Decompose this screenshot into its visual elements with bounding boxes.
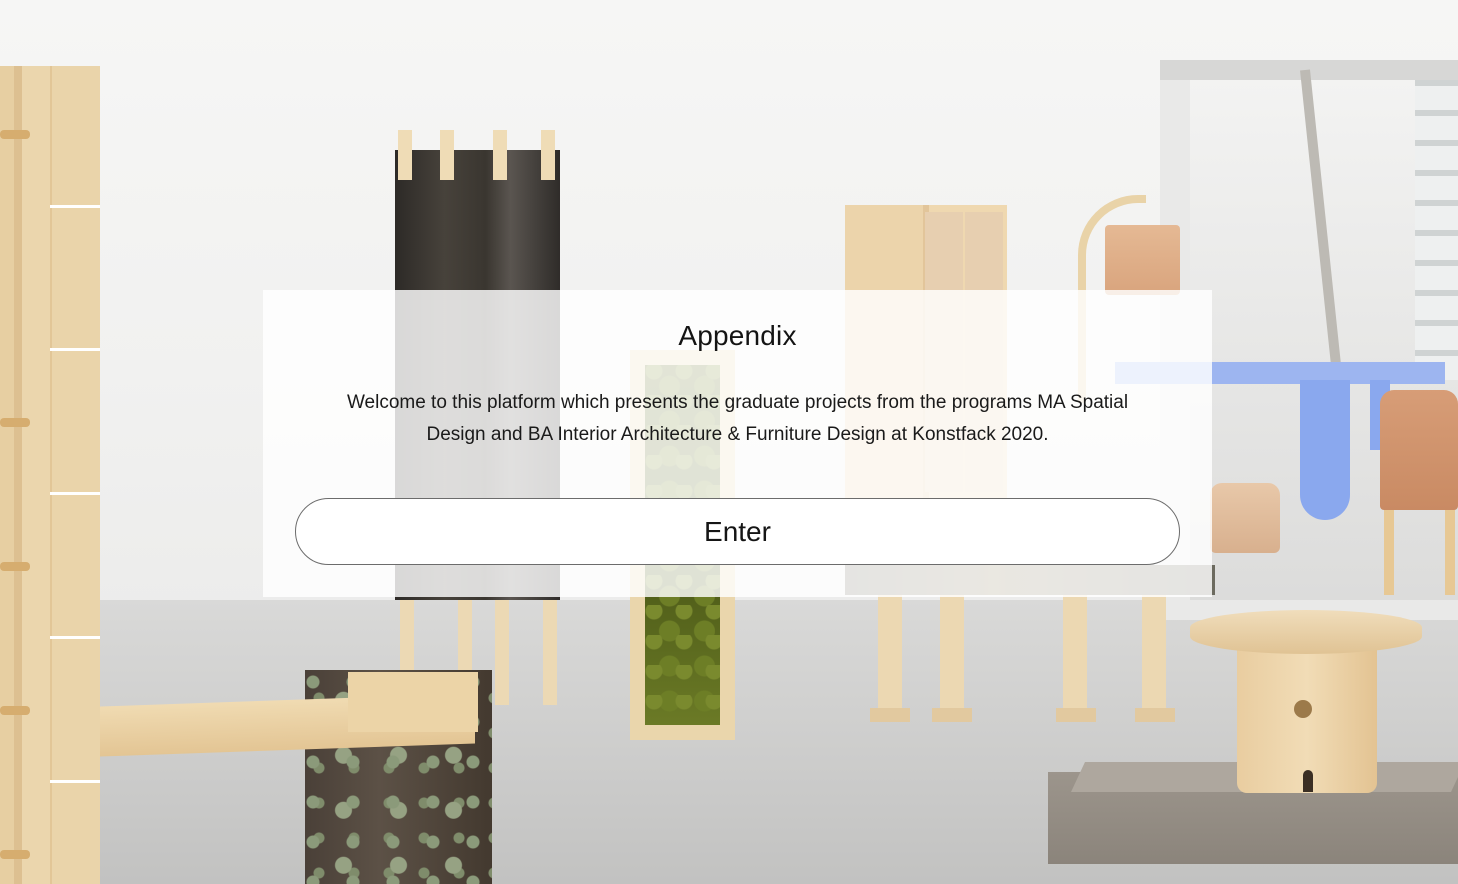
- round-stool-top: [1190, 610, 1422, 654]
- ladder-gap: [50, 636, 100, 639]
- tower-tab: [398, 130, 412, 180]
- ladder-peg: [0, 130, 30, 139]
- bench-leg: [940, 595, 964, 715]
- chair-leg: [1445, 500, 1455, 595]
- bench-leg: [1142, 595, 1166, 715]
- blue-table-leg: [1300, 380, 1350, 520]
- modal-description: Welcome to this platform which presents …: [346, 392, 1129, 445]
- ladder-gap: [50, 205, 100, 208]
- wood-knot: [1294, 700, 1312, 718]
- ladder-peg: [0, 562, 30, 571]
- welcome-modal: Appendix Welcome to this platform which …: [263, 290, 1212, 597]
- ladder-gap: [50, 492, 100, 495]
- tower-tab: [493, 130, 507, 180]
- bench-foot: [932, 708, 972, 722]
- bench-foot: [1056, 708, 1096, 722]
- wooden-ladder-sculpture: [0, 66, 100, 884]
- plank-end: [348, 672, 478, 732]
- glass-shelf: [1415, 80, 1458, 380]
- ladder-gap: [50, 348, 100, 351]
- modal-title: Appendix: [678, 320, 797, 351]
- tower-tab: [440, 130, 454, 180]
- bench-leg: [878, 595, 902, 715]
- enter-button[interactable]: Enter: [295, 498, 1180, 565]
- stool-slot: [1303, 770, 1313, 792]
- small-stool: [1210, 483, 1280, 553]
- ladder-peg: [0, 706, 30, 715]
- chair-leg: [1384, 500, 1394, 595]
- upholstered-chair: [1380, 390, 1458, 510]
- tower-tab: [541, 130, 555, 180]
- bench-leg: [1063, 595, 1087, 715]
- ladder-gap: [50, 780, 100, 783]
- bench-foot: [870, 708, 910, 722]
- bench-foot: [1135, 708, 1175, 722]
- lamp-shade: [1105, 225, 1180, 295]
- ladder-peg: [0, 850, 30, 859]
- ladder-peg: [0, 418, 30, 427]
- landing-page: Appendix Welcome to this platform which …: [0, 0, 1458, 884]
